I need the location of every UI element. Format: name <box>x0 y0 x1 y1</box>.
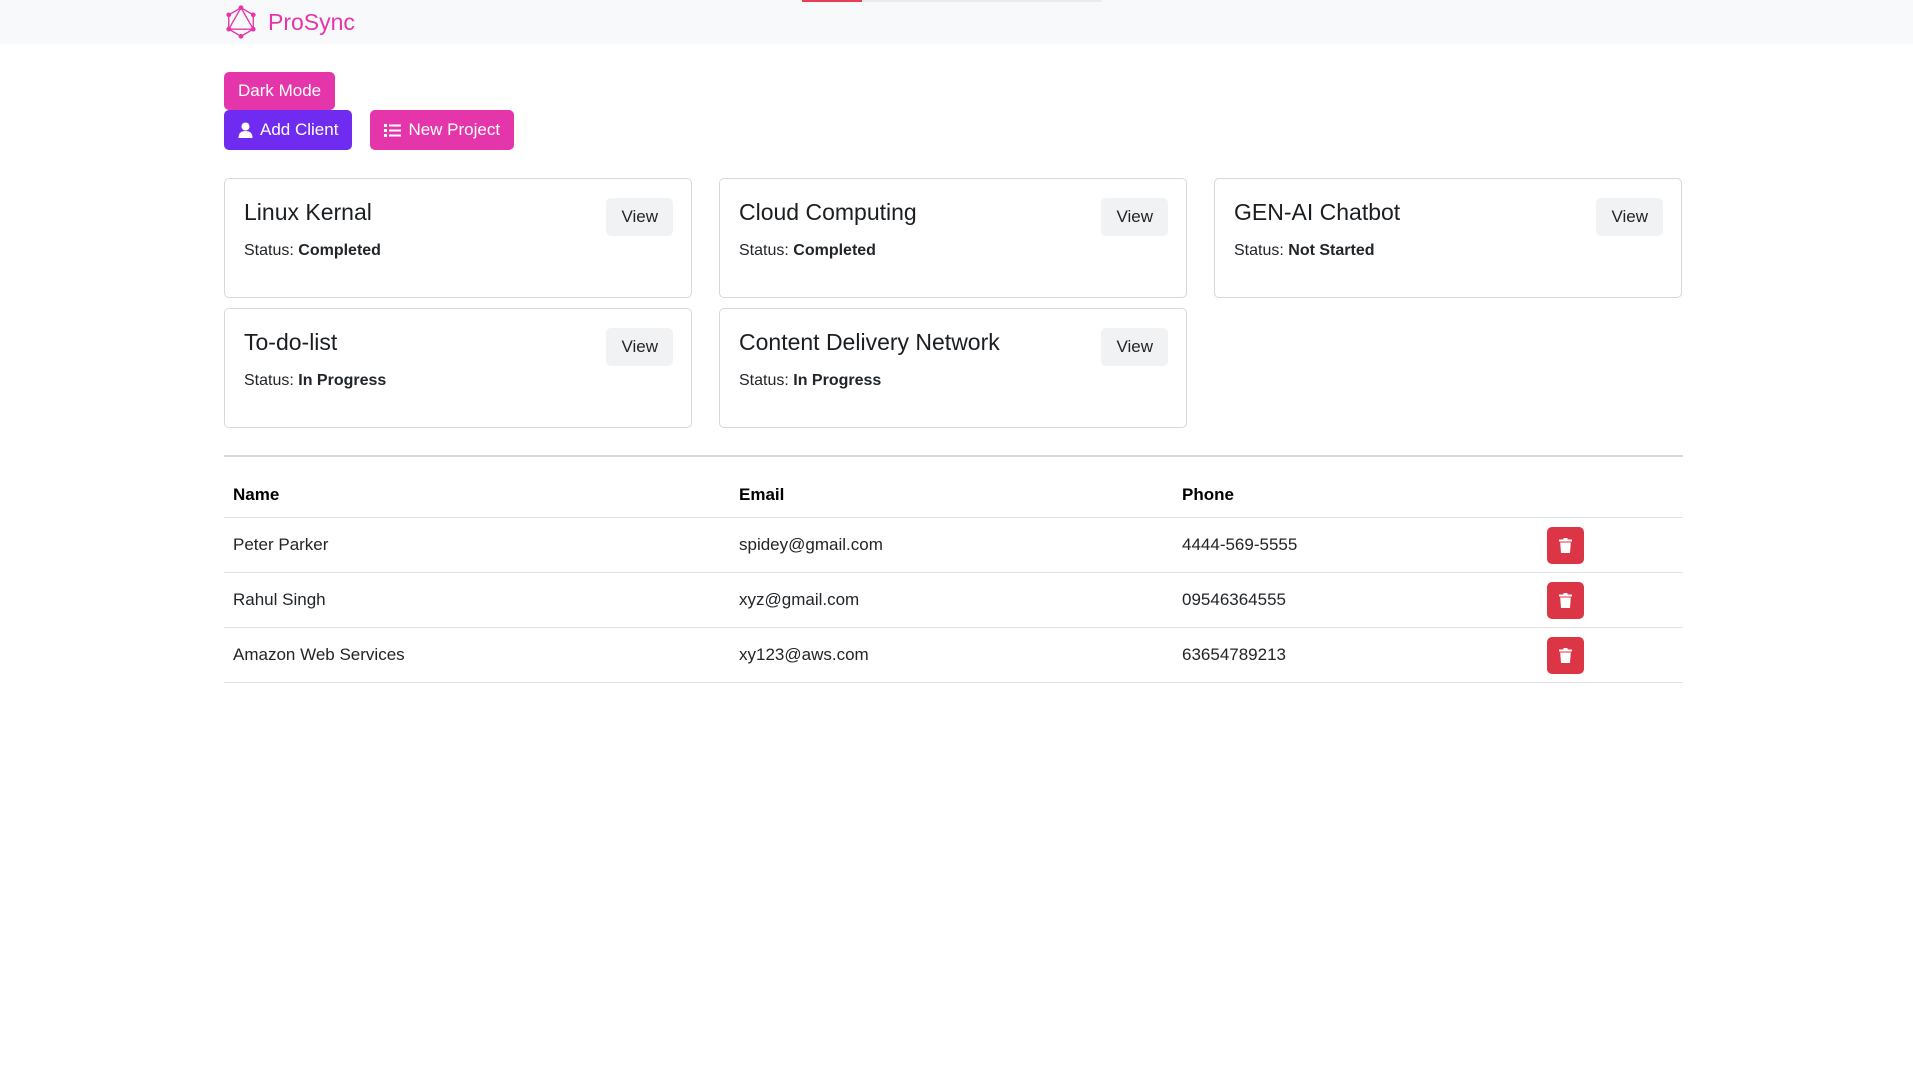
status-label: Status: <box>1234 242 1284 259</box>
status-value: In Progress <box>298 372 387 389</box>
client-phone: 09546364555 <box>1173 572 1538 628</box>
trash-icon <box>1559 592 1572 608</box>
client-name: Peter Parker <box>224 517 730 573</box>
client-actions <box>1538 572 1683 628</box>
project-status: Status: In Progress <box>244 372 672 390</box>
status-label: Status: <box>739 372 789 389</box>
main-content: Dark Mode Add Client New Project Linux K… <box>224 72 1683 683</box>
loading-progress-bar <box>802 0 1102 2</box>
table-row: Rahul Singh xyz@gmail.com 09546364555 <box>224 572 1683 628</box>
project-status: Status: Completed <box>739 242 1167 260</box>
client-email: spidey@gmail.com <box>730 517 1173 573</box>
navbar: ProSync <box>0 0 1913 44</box>
project-card: Content Delivery Network Status: In Prog… <box>719 308 1187 428</box>
trash-icon <box>1559 537 1572 553</box>
delete-client-button[interactable] <box>1547 526 1584 564</box>
loading-progress-fill <box>802 0 862 2</box>
status-label: Status: <box>244 242 294 259</box>
project-status: Status: Completed <box>244 242 672 260</box>
add-client-label: Add Client <box>260 120 339 139</box>
section-divider <box>224 455 1683 457</box>
status-value: Completed <box>793 242 876 259</box>
action-toolbar: Add Client New Project <box>224 110 1683 150</box>
table-row: Amazon Web Services xy123@aws.com 636547… <box>224 627 1683 683</box>
view-project-button[interactable]: View <box>1596 198 1663 236</box>
project-card: GEN-AI Chatbot Status: Not Started View <box>1214 178 1682 298</box>
new-project-button[interactable]: New Project <box>370 110 515 150</box>
client-name: Amazon Web Services <box>224 627 730 683</box>
delete-client-button[interactable] <box>1547 636 1584 674</box>
trash-icon <box>1559 647 1572 663</box>
view-project-button[interactable]: View <box>1101 198 1168 236</box>
dark-mode-button[interactable]: Dark Mode <box>224 72 336 110</box>
header-email: Email <box>730 473 1173 518</box>
client-name: Rahul Singh <box>224 572 730 628</box>
header-actions <box>1538 473 1683 518</box>
header-phone: Phone <box>1173 473 1538 518</box>
new-project-label: New Project <box>408 120 501 139</box>
project-status: Status: In Progress <box>739 372 1167 390</box>
client-actions <box>1538 627 1683 683</box>
clients-table: Name Email Phone Peter Parker spidey@gma… <box>224 473 1683 683</box>
status-label: Status: <box>739 242 789 259</box>
brand-name: ProSync <box>268 8 355 35</box>
status-label: Status: <box>244 372 294 389</box>
delete-client-button[interactable] <box>1547 581 1584 619</box>
client-actions <box>1538 517 1683 573</box>
status-value: In Progress <box>793 372 882 389</box>
project-status: Status: Not Started <box>1234 242 1662 260</box>
brand-link[interactable]: ProSync <box>224 5 355 39</box>
view-project-button[interactable]: View <box>1101 328 1168 366</box>
project-card: Linux Kernal Status: Completed View <box>224 178 692 298</box>
project-cards: Linux Kernal Status: Completed View Clou… <box>224 178 1683 428</box>
header-name: Name <box>224 473 730 518</box>
theme-toolbar: Dark Mode <box>224 72 1683 110</box>
status-value: Not Started <box>1288 242 1375 259</box>
table-row: Peter Parker spidey@gmail.com 4444-569-5… <box>224 517 1683 573</box>
graphql-logo-icon <box>226 5 256 39</box>
project-card: Cloud Computing Status: Completed View <box>719 178 1187 298</box>
table-header-row: Name Email Phone <box>224 473 1683 518</box>
view-project-button[interactable]: View <box>606 198 673 236</box>
list-icon <box>384 123 402 137</box>
add-client-button[interactable]: Add Client <box>224 110 353 150</box>
user-icon <box>238 122 253 138</box>
client-email: xy123@aws.com <box>730 627 1173 683</box>
status-value: Completed <box>298 242 381 259</box>
view-project-button[interactable]: View <box>606 328 673 366</box>
client-phone: 4444-569-5555 <box>1173 517 1538 573</box>
client-email: xyz@gmail.com <box>730 572 1173 628</box>
project-card: To-do-list Status: In Progress View <box>224 308 692 428</box>
client-phone: 63654789213 <box>1173 627 1538 683</box>
